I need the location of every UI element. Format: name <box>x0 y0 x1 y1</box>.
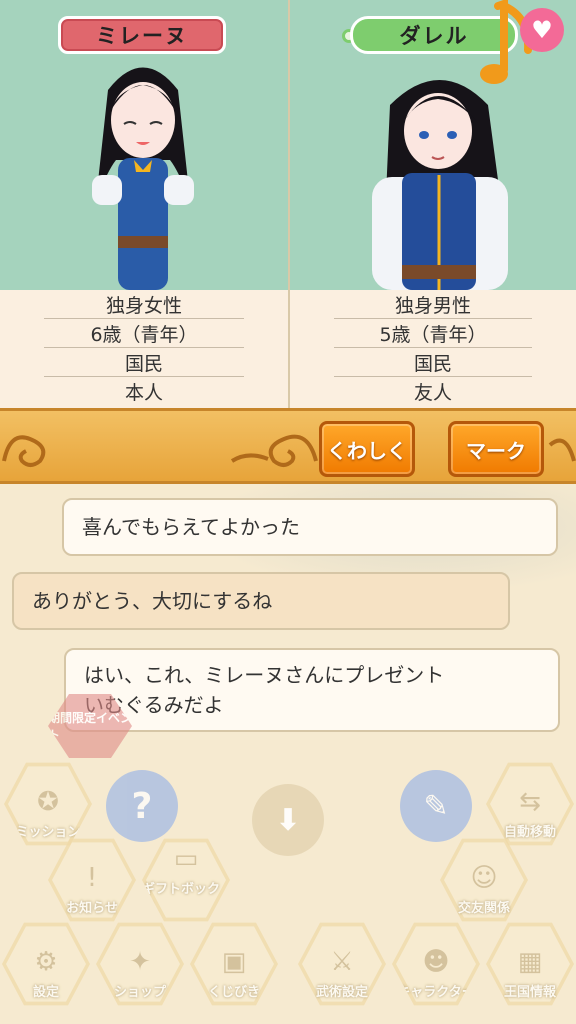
crossed-swords-icon: ⚔ <box>330 947 354 977</box>
settings-button[interactable]: ⚙ 設定 <box>2 922 90 1006</box>
heart-icon[interactable]: ♥ <box>520 8 564 52</box>
exclamation-icon: ! <box>86 863 98 893</box>
left-character-name: ミレーヌ <box>58 16 226 54</box>
right-info-column: 独身男性 5歳（青年） 国民 友人 <box>288 290 576 408</box>
right-character-avatar <box>372 80 508 290</box>
info-age: 6歳（青年） <box>44 319 244 348</box>
shop-label: ショップ <box>113 985 166 1000</box>
mission-label: ミッション <box>15 825 81 840</box>
ornament-left-icon <box>2 435 46 467</box>
kingdom-info-button[interactable]: ▦ 王国情報 <box>486 922 574 1006</box>
character-panels: ミレーヌ ダレル ♥ <box>0 0 576 290</box>
info-age: 5歳（青年） <box>334 319 532 348</box>
weapon-settings-button[interactable]: ⚔ 武術設定 <box>298 922 386 1006</box>
kingdom-board-icon: ▦ <box>517 947 543 977</box>
info-relation: 友人 <box>413 382 452 404</box>
handshake-icon: ☺ <box>470 863 498 893</box>
right-character-panel[interactable]: ダレル ♥ <box>288 0 576 290</box>
mark-button[interactable]: マーク <box>448 421 544 477</box>
gift-box-icon: ▭ <box>173 844 199 874</box>
left-info-column: 独身女性 6歳（青年） 国民 本人 <box>0 290 288 408</box>
dialogue-bubble: 喜んでもらえてよかった <box>62 498 558 556</box>
dialogue-text: 喜んでもらえてよかった <box>82 515 300 539</box>
lottery-label: くじびき <box>207 985 260 1000</box>
info-relation: 本人 <box>124 382 163 404</box>
friendship-label: 交友関係 <box>457 901 510 916</box>
news-button[interactable]: ! お知らせ <box>48 838 136 922</box>
ornament-right-icon <box>548 438 576 462</box>
scroll-down-button[interactable]: ⬇ <box>252 784 324 856</box>
weapon-settings-label: 武術設定 <box>315 985 368 1000</box>
info-status: 独身女性 <box>44 290 244 319</box>
action-bar: くわしく マーク <box>0 408 576 484</box>
shop-button[interactable]: ✦ ショップ <box>96 922 184 1006</box>
lottery-button[interactable]: ▣ くじびき <box>190 922 278 1006</box>
news-label: お知らせ <box>66 901 118 916</box>
auto-move-label: 自動移動 <box>503 825 556 840</box>
ornament-center-icon <box>230 434 318 467</box>
gift-box-button[interactable]: ▭ ギフトボックス <box>142 838 230 922</box>
info-citizenship: 国民 <box>334 348 532 377</box>
character-info-table: 独身女性 6歳（青年） 国民 本人 独身男性 5歳（青年） 国民 友人 <box>0 290 576 408</box>
dialogue-text: ありがとう、大切にするね <box>32 589 273 613</box>
dialogue-text: はい、これ、ミレーヌさんにプレゼント <box>84 663 445 687</box>
lower-area: 喜んでもらえてよかった ありがとう、大切にするね はい、これ、ミレーヌさんにプレ… <box>0 484 576 1024</box>
treasure-chest-icon: ▣ <box>221 947 247 977</box>
mission-button[interactable]: ✪ ミッション <box>4 762 92 846</box>
character-icon: ☻ <box>422 947 450 977</box>
gift-box-label: ギフトボックス <box>142 882 221 916</box>
character-button[interactable]: ☻ キャラクター <box>392 922 480 1006</box>
left-character-panel[interactable]: ミレーヌ <box>0 0 288 290</box>
kingdom-info-label: 王国情報 <box>503 985 556 1000</box>
friendship-button[interactable]: ☺ 交友関係 <box>440 838 528 922</box>
auto-move-button[interactable]: ⇆ 自動移動 <box>486 762 574 846</box>
info-status: 独身男性 <box>334 290 532 319</box>
walking-icon: ⇆ <box>519 787 541 817</box>
shop-icon: ✦ <box>129 947 151 977</box>
chat-button[interactable]: ✎ <box>400 770 472 842</box>
details-button[interactable]: くわしく <box>319 421 415 477</box>
dialogue-bubble: ありがとう、大切にするね <box>12 572 510 630</box>
settings-label: 設定 <box>32 985 59 1000</box>
mission-icon: ✪ <box>37 787 59 817</box>
gear-icon: ⚙ <box>34 947 58 977</box>
info-citizenship: 国民 <box>44 348 244 377</box>
left-character-avatar <box>92 67 194 290</box>
help-button[interactable]: ? <box>106 770 178 842</box>
dialogue-bubble: はい、これ、ミレーヌさんにプレゼント いむぐるみだよ <box>64 648 560 732</box>
character-label: キャラクター <box>397 985 475 1000</box>
